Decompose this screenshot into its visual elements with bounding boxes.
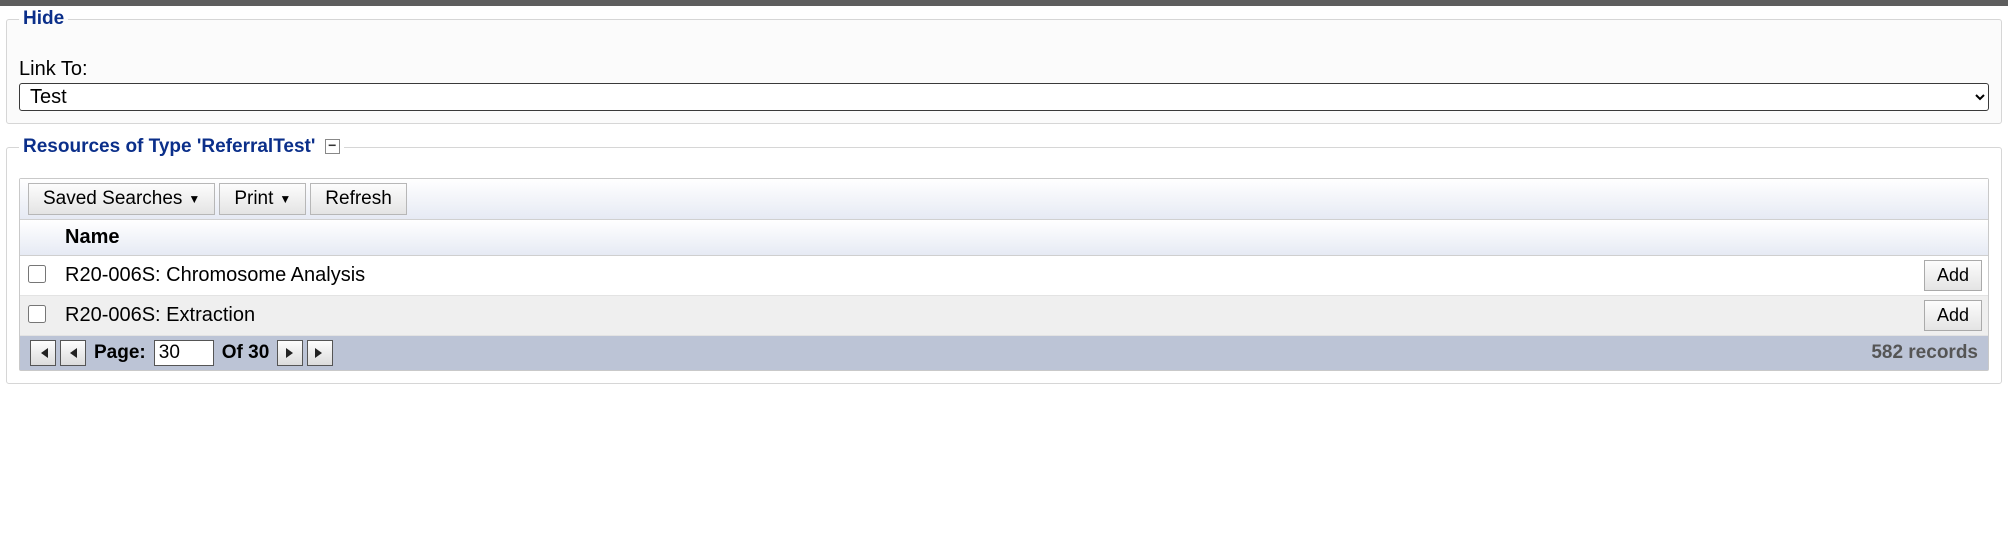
- last-page-icon: [313, 346, 327, 360]
- next-page-button[interactable]: [277, 340, 303, 366]
- row-checkbox[interactable]: [28, 265, 46, 283]
- chevron-down-icon: ▼: [279, 193, 291, 205]
- resources-legend-text: Resources of Type 'ReferralTest': [23, 136, 315, 157]
- chevron-down-icon: ▼: [188, 193, 200, 205]
- refresh-button[interactable]: Refresh: [310, 183, 407, 215]
- add-button[interactable]: Add: [1924, 300, 1982, 331]
- saved-searches-button[interactable]: Saved Searches ▼: [28, 183, 215, 215]
- table-row: R20-006S: Chromosome Analysis Add: [20, 256, 1988, 296]
- first-page-button[interactable]: [30, 340, 56, 366]
- prev-page-button[interactable]: [60, 340, 86, 366]
- window-titlebar-strip: [0, 0, 2008, 6]
- last-page-button[interactable]: [307, 340, 333, 366]
- saved-searches-label: Saved Searches: [43, 188, 182, 210]
- first-page-icon: [36, 346, 50, 360]
- page-label: Page:: [94, 342, 146, 364]
- collapse-icon[interactable]: −: [325, 139, 340, 154]
- header-action-col: [1918, 220, 1988, 256]
- prev-page-icon: [66, 346, 80, 360]
- link-to-select[interactable]: Test: [19, 83, 1989, 111]
- page-input[interactable]: [154, 340, 214, 366]
- resources-grid-wrap: Saved Searches ▼ Print ▼ Refresh Name: [19, 178, 1989, 371]
- page-of-label: Of 30: [222, 342, 270, 364]
- row-checkbox[interactable]: [28, 305, 46, 323]
- resources-panel-legend: Resources of Type 'ReferralTest' −: [19, 136, 344, 158]
- pager: Page: Of 30 582 records: [20, 336, 1988, 370]
- hide-panel: Hide Link To: Test: [6, 8, 2002, 124]
- resources-table: Name R20-006S: Chromosome Analysis Add R…: [20, 220, 1988, 336]
- refresh-label: Refresh: [325, 188, 392, 210]
- hide-link[interactable]: Hide: [23, 8, 64, 29]
- table-row: R20-006S: Extraction Add: [20, 296, 1988, 336]
- next-page-icon: [283, 346, 297, 360]
- grid-toolbar: Saved Searches ▼ Print ▼ Refresh: [20, 179, 1988, 220]
- resources-panel: Resources of Type 'ReferralTest' − Saved…: [6, 136, 2002, 384]
- header-checkbox-col: [20, 220, 53, 256]
- hide-panel-legend[interactable]: Hide: [19, 8, 68, 30]
- records-count-label: 582 records: [1871, 342, 1978, 364]
- row-name-cell: R20-006S: Chromosome Analysis: [53, 256, 1918, 296]
- row-name-cell: R20-006S: Extraction: [53, 296, 1918, 336]
- print-label: Print: [234, 188, 273, 210]
- link-to-label: Link To:: [19, 58, 1989, 81]
- header-name-col[interactable]: Name: [53, 220, 1918, 256]
- table-header-row: Name: [20, 220, 1988, 256]
- add-button[interactable]: Add: [1924, 260, 1982, 291]
- print-button[interactable]: Print ▼: [219, 183, 306, 215]
